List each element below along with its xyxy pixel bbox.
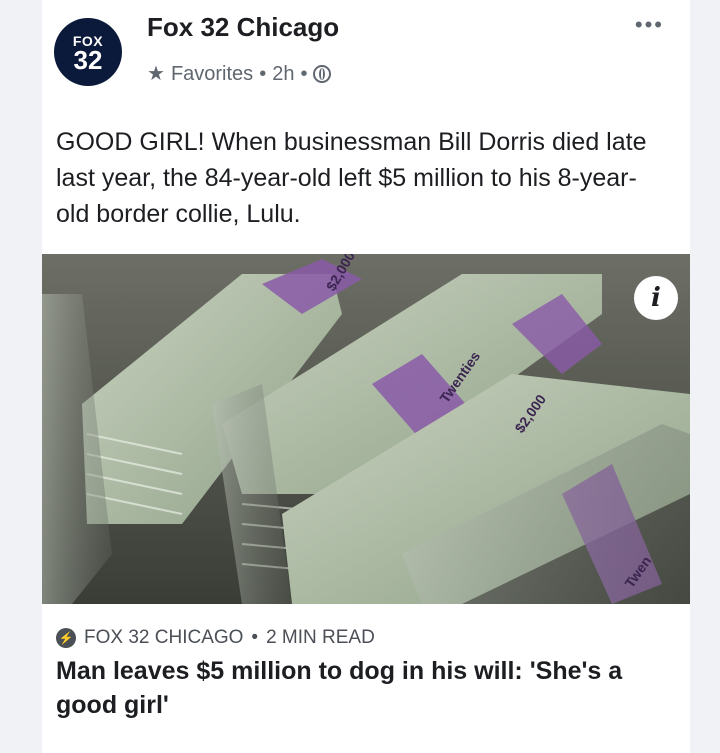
timestamp[interactable]: 2h (272, 62, 294, 86)
money-stacks-illustration: $2,000 Twenties $2,000 Twen (42, 254, 690, 604)
logo-text-32: 32 (73, 45, 103, 75)
audience-label[interactable]: Favorites (171, 62, 253, 86)
link-source-row: ⚡ FOX 32 CHICAGO • 2 MIN READ (56, 626, 375, 650)
link-headline[interactable]: Man leaves $5 million to dog in his will… (56, 654, 676, 722)
post-card: FOX 32 Fox 32 Chicago ★ Favorites • 2h •… (42, 0, 690, 753)
post-meta: ★ Favorites • 2h • (147, 62, 332, 86)
page-name-link[interactable]: Fox 32 Chicago (147, 14, 339, 40)
star-icon: ★ (147, 63, 165, 85)
more-dots-icon[interactable]: ••• (635, 14, 664, 36)
globe-icon (313, 65, 332, 83)
info-icon[interactable]: i (634, 276, 678, 320)
link-separator: • (251, 627, 259, 648)
post-text: GOOD GIRL! When businessman Bill Dorris … (56, 128, 647, 228)
meta-separator: • (259, 63, 267, 85)
link-image[interactable]: $2,000 Twenties $2,000 Twen i (42, 254, 690, 604)
meta-separator: • (300, 63, 308, 85)
link-read-time: 2 MIN READ (266, 627, 375, 648)
instant-article-bolt-icon: ⚡ (56, 628, 76, 648)
link-source: FOX 32 CHICAGO (84, 627, 244, 648)
page-avatar[interactable]: FOX 32 (54, 18, 122, 86)
